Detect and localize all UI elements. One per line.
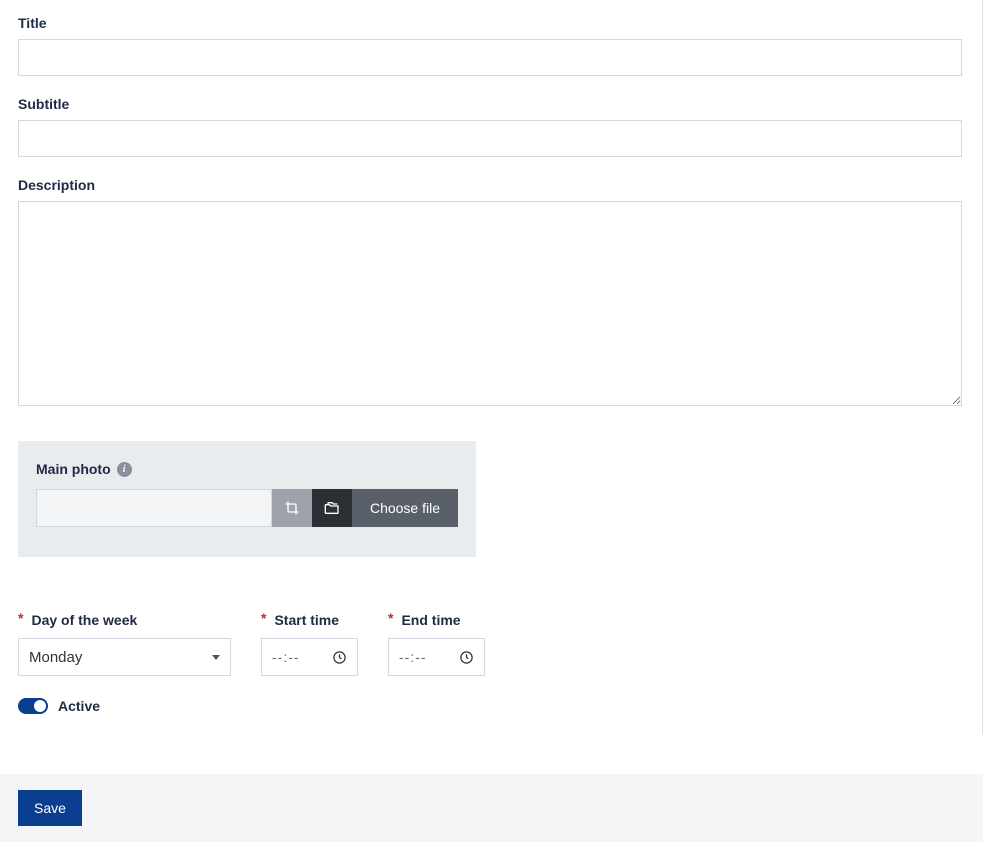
end-time-input[interactable]: --:-- (388, 638, 485, 676)
start-time-input[interactable]: --:-- (261, 638, 358, 676)
file-path-display (36, 489, 272, 527)
choose-file-button[interactable]: Choose file (352, 489, 458, 527)
crop-icon (284, 500, 300, 516)
day-label-row: * Day of the week (18, 612, 231, 628)
subtitle-group: Subtitle (18, 96, 962, 157)
active-label: Active (58, 698, 100, 714)
crop-button[interactable] (272, 489, 312, 527)
main-photo-panel: Main photo i Choose file (18, 441, 476, 557)
end-time-placeholder: --:-- (399, 649, 427, 665)
active-toggle[interactable] (18, 698, 48, 714)
form-section: Title Subtitle Description Main photo i (0, 0, 983, 734)
title-input[interactable] (18, 39, 962, 76)
photo-label: Main photo (36, 461, 111, 477)
clock-icon (332, 650, 347, 665)
end-label-row: * End time (388, 612, 485, 628)
chevron-down-icon (212, 655, 220, 660)
info-icon[interactable]: i (117, 462, 132, 477)
file-picker-row: Choose file (36, 489, 458, 527)
folder-icon (324, 500, 340, 516)
schedule-row: * Day of the week Monday * Start time --… (18, 612, 962, 676)
active-row: Active (18, 698, 962, 714)
save-button[interactable]: Save (18, 790, 82, 826)
start-time-field: * Start time --:-- (261, 612, 358, 676)
day-select[interactable]: Monday (18, 638, 231, 676)
footer: Save (0, 774, 983, 842)
required-marker: * (261, 611, 266, 625)
clock-icon (459, 650, 474, 665)
description-group: Description (18, 177, 962, 409)
required-marker: * (388, 611, 393, 625)
day-label: Day of the week (31, 612, 137, 628)
end-time-field: * End time --:-- (388, 612, 485, 676)
description-label: Description (18, 177, 962, 193)
photo-label-row: Main photo i (36, 461, 458, 477)
title-label: Title (18, 15, 962, 31)
toggle-knob (34, 700, 46, 712)
required-marker: * (18, 611, 23, 625)
start-label-row: * Start time (261, 612, 358, 628)
title-group: Title (18, 15, 962, 76)
description-textarea[interactable] (18, 201, 962, 406)
subtitle-label: Subtitle (18, 96, 962, 112)
browse-button[interactable] (312, 489, 352, 527)
day-value: Monday (29, 649, 82, 666)
subtitle-input[interactable] (18, 120, 962, 157)
start-time-label: Start time (274, 612, 339, 628)
end-time-label: End time (401, 612, 460, 628)
day-field: * Day of the week Monday (18, 612, 231, 676)
start-time-placeholder: --:-- (272, 649, 300, 665)
